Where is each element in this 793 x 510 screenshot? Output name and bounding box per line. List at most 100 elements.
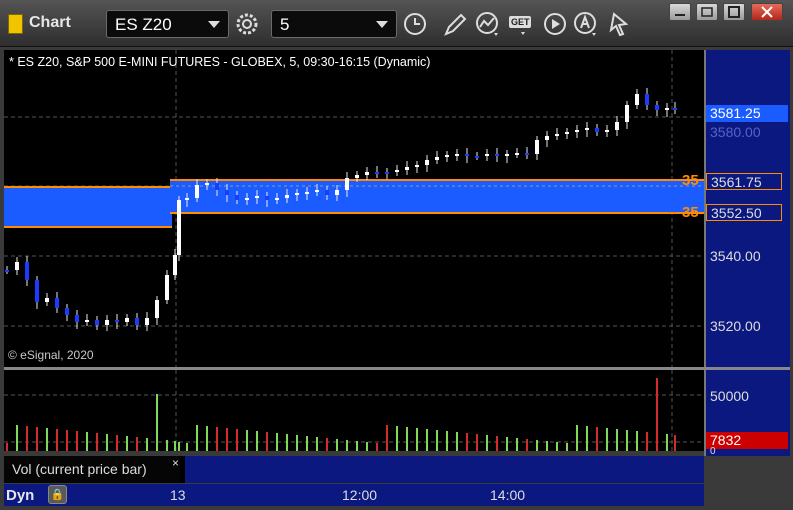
candle-body (495, 154, 499, 156)
interval-combobox[interactable]: 5 (271, 10, 397, 38)
window-icon (8, 14, 23, 34)
price-axis[interactable]: 3581.25 3580.00 3561.75 3552.50 3540.00 … (706, 50, 790, 367)
volume-bar (296, 435, 298, 451)
candle-body (135, 318, 139, 325)
symbol-combobox[interactable]: ES Z20 (106, 10, 229, 38)
candle-body (335, 190, 339, 195)
price-chart[interactable]: * ES Z20, S&P 500 E-MINI FUTURES - GLOBE… (4, 50, 704, 367)
volume-bar (366, 442, 368, 451)
candle-body (655, 105, 659, 110)
price-label: 3540.00 (710, 248, 761, 264)
candle-body (215, 183, 219, 190)
candle-body (25, 262, 29, 280)
candle-body (435, 157, 439, 160)
volume-chart[interactable] (4, 370, 704, 451)
volume-bar (166, 440, 168, 451)
settings-gear-icon[interactable] (232, 10, 262, 38)
candle-body (425, 160, 429, 165)
candle-body (125, 318, 129, 322)
symbol-value: ES Z20 (115, 15, 172, 34)
volume-bar (506, 437, 508, 451)
volume-bar (76, 431, 78, 451)
title-bar: Chart ES Z20 5 GET (0, 0, 793, 47)
volume-bar (326, 438, 328, 451)
volume-bar (516, 438, 518, 451)
get-icon[interactable]: GET (506, 10, 536, 38)
lower-order-price-tag[interactable]: 3552.50 (706, 204, 782, 221)
candle-body (445, 155, 449, 157)
candle-body (365, 172, 369, 175)
volume-bar (186, 443, 188, 451)
volume-bar (178, 442, 180, 451)
lower-order-qty[interactable]: 35 (682, 204, 699, 221)
candle-body (525, 153, 529, 155)
volume-bar (356, 441, 358, 451)
maximize-button[interactable] (723, 3, 745, 21)
mode-label[interactable]: Dyn (6, 487, 34, 504)
volume-bar (476, 434, 478, 451)
divider (704, 50, 706, 456)
volume-bar (306, 436, 308, 451)
candle-body (345, 178, 349, 190)
volume-bar (116, 435, 118, 451)
candle-body (305, 192, 309, 194)
studies-icon[interactable] (474, 10, 504, 38)
volume-bar (406, 427, 408, 451)
candle-body (265, 196, 269, 200)
candle-body (205, 183, 209, 185)
upper-order-price-tag[interactable]: 3561.75 (706, 173, 782, 190)
candle-body (575, 130, 579, 132)
volume-bar (526, 439, 528, 451)
candle-body (65, 308, 69, 315)
prior-session-band (4, 187, 172, 227)
chart-header: * ES Z20, S&P 500 E-MINI FUTURES - GLOBE… (9, 55, 431, 69)
restore-button[interactable] (696, 3, 718, 21)
volume-bar (46, 428, 48, 451)
candle-body (555, 134, 559, 136)
cursor-icon[interactable] (602, 10, 632, 38)
volume-bar (646, 432, 648, 451)
volume-bar (546, 441, 548, 451)
volume-bar (256, 431, 258, 451)
volume-bar (86, 432, 88, 451)
get-label: GET (511, 17, 530, 27)
minimize-button[interactable] (669, 3, 691, 21)
play-icon[interactable] (540, 10, 570, 38)
pane-divider[interactable] (4, 367, 790, 370)
volume-bar (226, 428, 228, 451)
volume-bar (596, 427, 598, 451)
volume-bar (66, 430, 68, 451)
volume-bar (96, 433, 98, 451)
volume-axis[interactable]: 50000 7832 0 (706, 370, 790, 457)
volume-bar (196, 425, 198, 451)
lock-icon[interactable]: 🔒 (48, 485, 67, 504)
volume-bar (174, 441, 176, 451)
candle-body (55, 298, 59, 308)
candle-body (615, 122, 619, 130)
candle-body (355, 175, 359, 178)
candle-body (173, 255, 177, 275)
study-label[interactable]: Vol (current price bar) (4, 456, 180, 483)
time-label: 12:00 (342, 487, 378, 503)
volume-bar (416, 428, 418, 451)
candle-body (375, 172, 379, 174)
volume-bar (536, 440, 538, 451)
volume-bar (146, 438, 148, 451)
price-label: 3520.00 (710, 318, 761, 334)
last-price-text: 3581.25 (710, 105, 761, 121)
upper-order-price: 3561.75 (711, 174, 762, 190)
candle-body (455, 154, 459, 156)
upper-order-qty[interactable]: 35 (682, 172, 699, 189)
candle-body (535, 140, 539, 154)
alert-icon[interactable] (572, 10, 602, 38)
volume-zero-label: 0 (710, 446, 716, 457)
pencil-icon[interactable] (440, 10, 470, 38)
clock-icon[interactable] (400, 10, 430, 38)
time-label: 14:00 (490, 487, 526, 503)
volume-bar (136, 437, 138, 451)
candle-body (475, 156, 479, 158)
time-axis[interactable]: Dyn 🔒 13 12:00 14:00 (4, 484, 704, 506)
close-button[interactable] (751, 3, 783, 21)
volume-bar (386, 425, 388, 451)
close-icon[interactable]: × (172, 456, 179, 470)
